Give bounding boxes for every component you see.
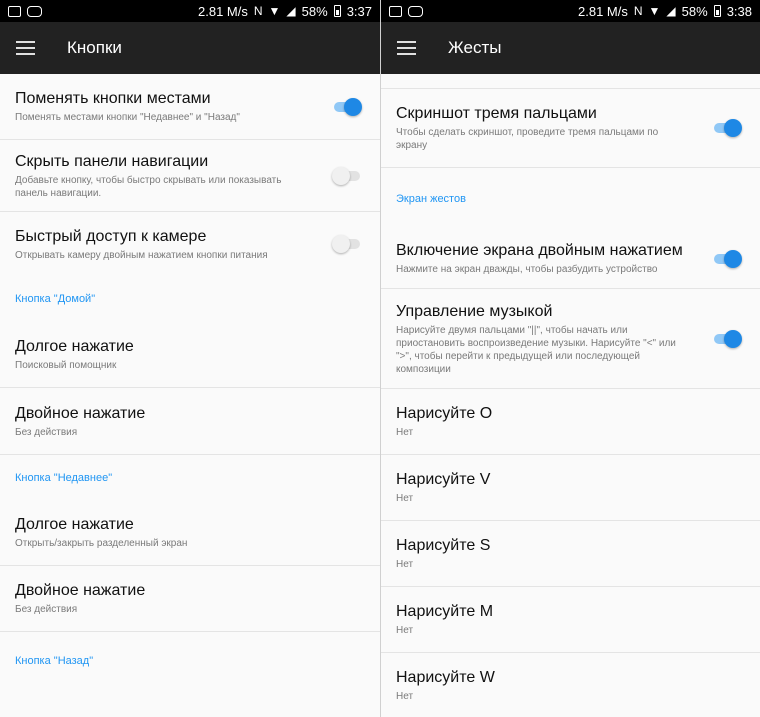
item-subtitle: Нет [396, 427, 414, 438]
draw-o-item[interactable]: Нарисуйте O Нет [381, 389, 760, 455]
home-double-tap-item[interactable]: Двойное нажатие Без действия [0, 388, 380, 454]
item-subtitle: Открывать камеру двойным нажатием кнопки… [15, 249, 268, 261]
recent-long-press-item[interactable]: Долгое нажатие Открыть/закрыть разделенн… [0, 500, 380, 566]
battery-icon [713, 5, 721, 17]
settings-list: Поменять кнопки местами Поменять местами… [0, 74, 380, 690]
left-screen: 2.81 M/s N ▼ ◢ 58% 3:37 Кнопки Поменять … [0, 0, 380, 717]
item-title: Долгое нажатие [15, 516, 134, 533]
draw-m-item[interactable]: Нарисуйте M Нет [381, 587, 760, 653]
item-title: Быстрый доступ к камере [15, 227, 207, 245]
section-header-gestures: Экран жестов [381, 167, 760, 229]
item-title: Нарисуйте M [396, 603, 494, 620]
item-subtitle: Добавьте кнопку, чтобы быстро скрывать и… [15, 174, 282, 199]
item-subtitle: Поисковый помощник [15, 360, 117, 371]
swap-buttons-toggle[interactable] [332, 97, 362, 116]
draw-v-item[interactable]: Нарисуйте V Нет [381, 455, 760, 521]
nfc-icon: N [253, 4, 263, 18]
network-speed: 2.81 M/s [198, 3, 248, 19]
settings-list: Скриншот тремя пальцами Чтобы сделать ск… [381, 88, 760, 717]
hide-navbar-toggle[interactable] [332, 166, 362, 185]
wifi-icon: ▼ [648, 4, 661, 18]
item-subtitle: Нажмите на экран дважды, чтобы разбудить… [396, 264, 658, 275]
notification-icon [27, 5, 42, 17]
item-title: Нарисуйте O [396, 405, 493, 422]
recent-double-tap-item[interactable]: Двойное нажатие Без действия [0, 566, 380, 632]
section-header-recent: Кнопка "Недавнее" [0, 454, 380, 500]
item-title: Управление музыкой [396, 302, 553, 320]
double-tap-wake-item[interactable]: Включение экрана двойным нажатием Нажмит… [381, 229, 760, 289]
draw-w-item[interactable]: Нарисуйте W Нет [381, 653, 760, 717]
item-title: Поменять кнопки местами [15, 90, 211, 107]
music-control-item[interactable]: Управление музыкой Нарисуйте двумя пальц… [381, 289, 760, 389]
battery-percent: 58% [681, 3, 708, 19]
item-title: Включение экрана двойным нажатием [396, 242, 683, 259]
swap-buttons-item[interactable]: Поменять кнопки местами Поменять местами… [0, 74, 380, 140]
page-title: Жесты [448, 38, 502, 57]
item-title: Нарисуйте V [396, 471, 491, 488]
signal-icon: ◢ [286, 4, 296, 18]
gallery-icon [389, 5, 402, 17]
three-finger-screenshot-item[interactable]: Скриншот тремя пальцами Чтобы сделать ск… [381, 89, 760, 167]
item-title: Двойное нажатие [15, 404, 146, 422]
status-bar: 2.81 M/s N ▼ ◢ 58% 3:37 [0, 0, 380, 22]
item-title: Скрыть панели навигации [15, 152, 209, 170]
menu-icon[interactable] [397, 41, 416, 55]
section-header-home: Кнопка "Домой" [15, 293, 96, 305]
item-title: Нарисуйте W [396, 669, 495, 686]
item-subtitle: Нет [396, 691, 414, 702]
network-speed: 2.81 M/s [578, 3, 628, 19]
signal-icon: ◢ [666, 4, 676, 18]
item-title: Двойное нажатие [15, 582, 146, 599]
draw-s-item[interactable]: Нарисуйте S Нет [381, 521, 760, 587]
battery-icon [333, 5, 341, 17]
item-subtitle: Поменять местами кнопки "Недавнее" и "На… [15, 112, 240, 123]
wifi-icon: ▼ [268, 4, 281, 18]
gallery-icon [8, 5, 21, 17]
camera-shortcut-item[interactable]: Быстрый доступ к камере Открывать камеру… [0, 212, 380, 276]
home-long-press-item[interactable]: Долгое нажатие Поисковый помощник [0, 322, 380, 388]
status-bar: 2.81 M/s N ▼ ◢ 58% 3:38 [381, 0, 760, 22]
item-subtitle: Нет [396, 493, 414, 504]
item-subtitle: Чтобы сделать скриншот, проведите тремя … [396, 127, 659, 151]
section-header-back: Кнопка "Назад" [15, 655, 94, 667]
menu-icon[interactable] [16, 41, 35, 55]
three-finger-screenshot-toggle[interactable] [712, 119, 742, 137]
item-subtitle: Нет [396, 559, 414, 570]
double-tap-wake-toggle[interactable] [712, 249, 742, 268]
notification-icon [408, 5, 423, 17]
right-screen: 2.81 M/s N ▼ ◢ 58% 3:38 Жесты Скриншот т… [380, 0, 760, 717]
app-bar: Кнопки [0, 22, 380, 74]
nfc-icon: N [633, 4, 643, 18]
hide-navbar-item[interactable]: Скрыть панели навигации Добавьте кнопку,… [0, 140, 380, 212]
item-subtitle: Без действия [15, 604, 78, 615]
item-title: Нарисуйте S [396, 537, 491, 554]
item-subtitle: Без действия [15, 426, 78, 438]
item-subtitle: Нет [396, 625, 414, 636]
clock: 3:37 [346, 3, 372, 19]
item-title: Долгое нажатие [15, 338, 134, 355]
battery-percent: 58% [301, 3, 328, 19]
music-control-toggle[interactable] [712, 329, 742, 348]
page-title: Кнопки [67, 38, 122, 57]
item-title: Скриншот тремя пальцами [396, 105, 597, 122]
app-bar: Жесты [381, 22, 760, 74]
clock: 3:38 [726, 3, 752, 19]
item-subtitle: Открыть/закрыть разделенный экран [15, 538, 188, 549]
camera-shortcut-toggle[interactable] [332, 235, 362, 253]
item-subtitle: Нарисуйте двумя пальцами "||", чтобы нач… [396, 324, 676, 375]
